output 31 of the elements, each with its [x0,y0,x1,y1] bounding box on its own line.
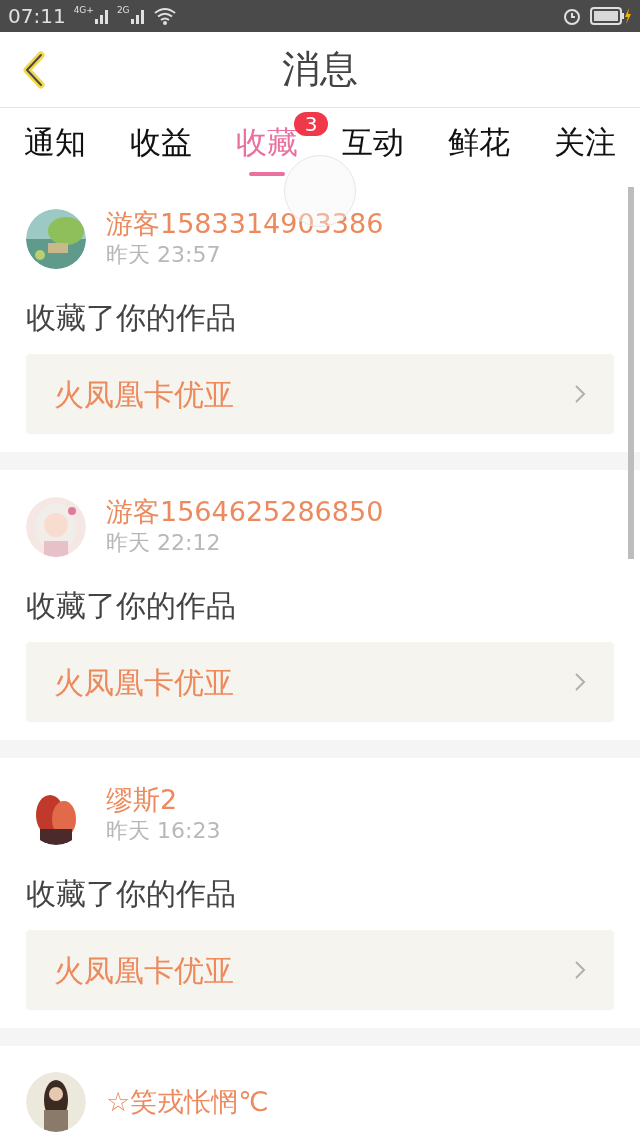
message-text: 收藏了你的作品 [26,299,237,337]
user-name[interactable]: 缪斯2 [106,784,221,816]
tab[interactable]: 鲜花 [448,122,510,180]
user-name[interactable]: ☆笑戎怅惘℃ [106,1086,269,1118]
message-text: 收藏了你的作品 [26,875,237,913]
message-text: 收藏了你的作品 [26,587,237,625]
message-time: 昨天 16:23 [106,817,221,845]
work-link[interactable]: 火凤凰卡优亚 [26,354,614,434]
alarm-icon [562,6,582,26]
tab[interactable]: 关注 [554,122,616,180]
signal-icon [94,8,109,24]
chevron-right-icon [574,384,586,404]
tab[interactable]: 互动 [342,122,404,180]
chevron-right-icon [574,672,586,692]
chevron-right-icon [574,960,586,980]
network-label: 4G+ [73,4,94,17]
status-time: 07:11 [8,3,66,30]
signal-icon [130,8,145,24]
network-label: 2G [116,4,130,17]
wifi-icon [152,7,177,25]
message-time: 昨天 23:57 [106,241,222,269]
page-title: 消息 [282,46,358,93]
user-name[interactable]: 游客1583314903386 [106,208,384,240]
work-link[interactable]: 火凤凰卡优亚 [26,642,614,722]
tab[interactable]: 通知 [24,122,86,180]
message-time: 昨天 22:12 [106,529,222,557]
back-icon [21,51,47,89]
tab[interactable]: 收益 [130,122,192,180]
battery-icon [590,6,632,26]
user-name[interactable]: 游客1564625286850 [106,496,384,528]
work-link[interactable]: 火凤凰卡优亚 [26,930,614,1010]
